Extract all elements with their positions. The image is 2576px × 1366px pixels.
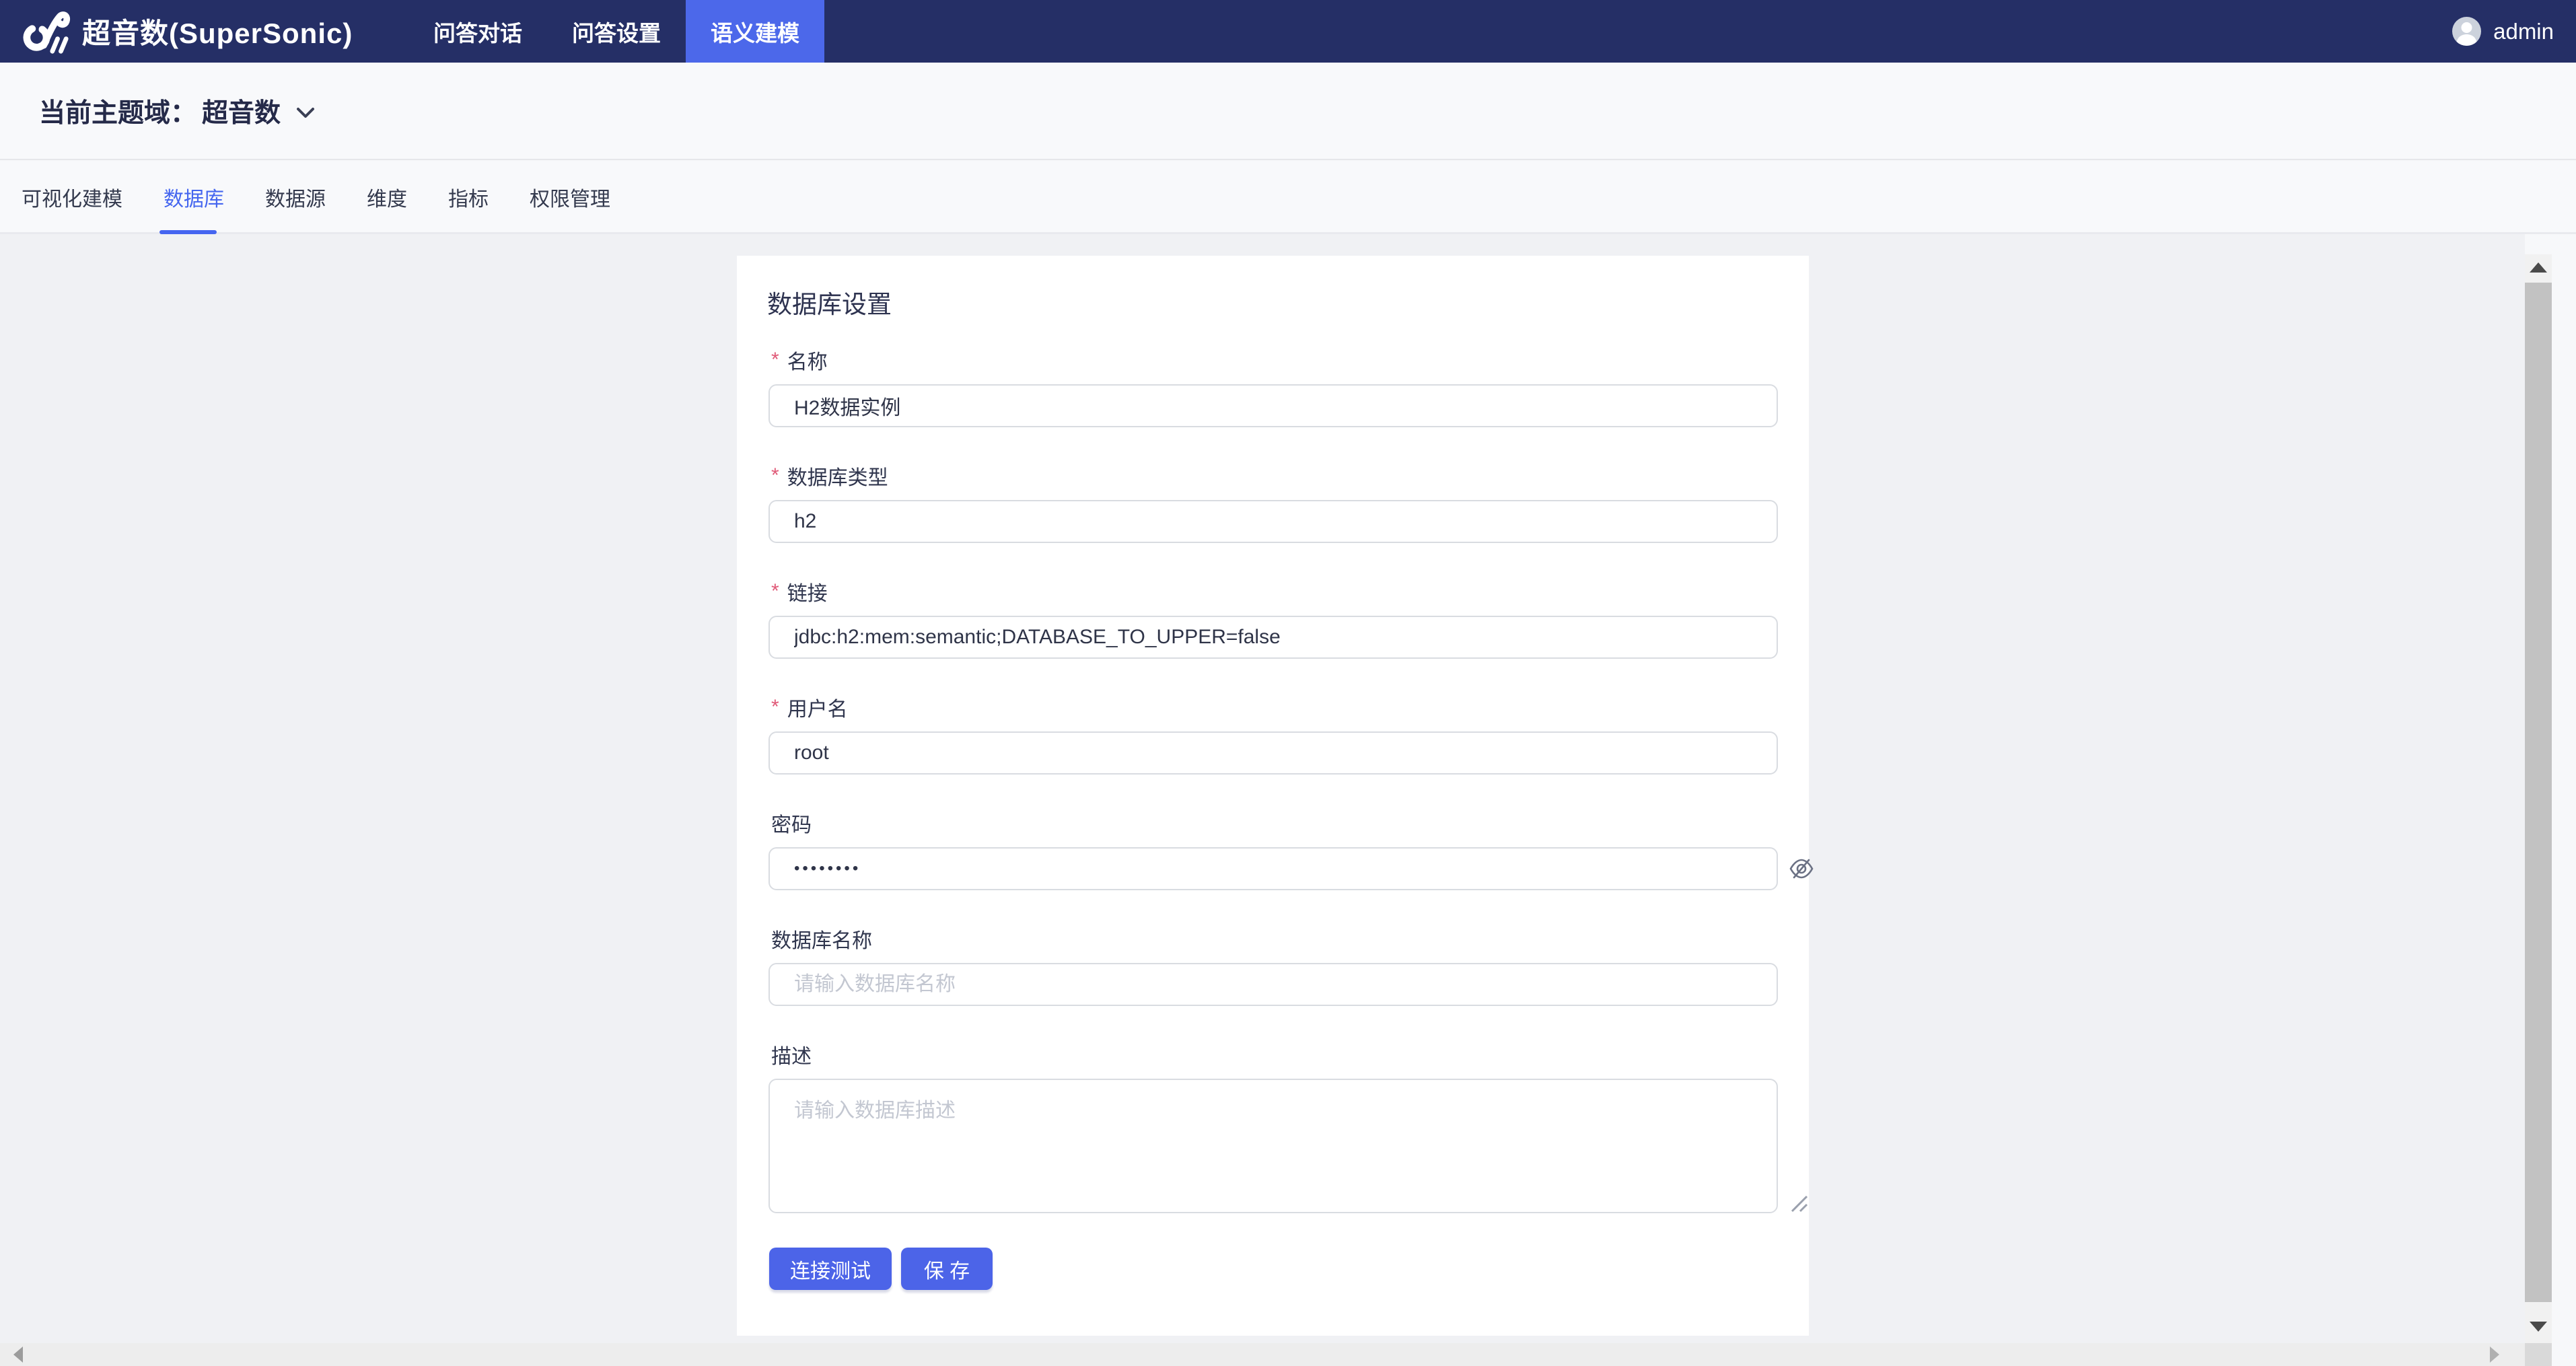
eye-invisible-icon[interactable]	[1788, 855, 1815, 882]
user-menu[interactable]: admin	[2452, 0, 2554, 63]
test-connection-button[interactable]: 连接测试	[769, 1248, 892, 1290]
username-label: admin	[2493, 18, 2554, 44]
username-field-label: * 用户名	[771, 696, 848, 721]
tab-dimension[interactable]: 维度	[367, 182, 407, 212]
db-type-label: * 数据库类型	[771, 464, 888, 489]
domain-subheader: 当前主题域： 超音数	[0, 63, 2576, 160]
scroll-up-arrow-icon[interactable]	[2530, 262, 2547, 273]
current-domain-value: 超音数	[202, 98, 281, 128]
jdbc-link-input[interactable]	[768, 616, 1778, 659]
scroll-down-arrow-icon[interactable]	[2530, 1322, 2547, 1332]
tab-visual-modeling[interactable]: 可视化建模	[22, 182, 122, 212]
current-domain-selector[interactable]: 当前主题域： 超音数	[39, 92, 316, 130]
model-tabs-bar: 可视化建模 数据库 数据源 维度 指标 权限管理	[0, 161, 2576, 234]
current-domain-prefix: 当前主题域：	[39, 98, 197, 128]
user-icon	[2456, 22, 2478, 46]
form-title: 数据库设置	[767, 291, 892, 318]
db-type-select[interactable]: h2	[768, 500, 1778, 772]
db-username-input[interactable]	[768, 731, 1778, 775]
password-label: 密码	[771, 814, 812, 836]
description-label: 描述	[771, 1046, 812, 1068]
password-input[interactable]	[768, 847, 1778, 890]
scrollbar-corner	[2525, 1343, 2552, 1366]
tab-metric[interactable]: 指标	[448, 182, 489, 212]
nav-item-qa-chat[interactable]: 问答对话	[408, 0, 547, 63]
scroll-left-arrow-icon[interactable]	[13, 1346, 23, 1363]
required-mark: *	[771, 349, 779, 371]
link-label: * 链接	[771, 580, 828, 605]
avatar	[2452, 17, 2482, 46]
name-label: * 名称	[771, 349, 828, 373]
horizontal-scrollbar[interactable]	[0, 1343, 2525, 1366]
db-name-label: 数据库名称	[771, 930, 872, 952]
supersonic-logo-icon	[23, 11, 71, 54]
db-type-selected-value: h2	[794, 510, 817, 532]
vertical-scrollbar[interactable]	[2525, 254, 2552, 1343]
chevron-down-icon	[297, 107, 315, 118]
brand[interactable]: 超音数(SuperSonic)	[19, 0, 353, 63]
tab-database[interactable]: 数据库	[164, 182, 224, 212]
model-tabs: 可视化建模 数据库 数据源 维度 指标 权限管理	[22, 161, 610, 232]
top-navbar: 超音数(SuperSonic) 问答对话 问答设置 语义建模 admin	[0, 0, 2576, 63]
scroll-right-arrow-icon[interactable]	[2490, 1346, 2499, 1363]
tab-permission[interactable]: 权限管理	[530, 182, 610, 212]
app-screen: 超音数(SuperSonic) 问答对话 问答设置 语义建模 admin 当前主…	[0, 0, 2576, 1366]
nav-item-qa-settings[interactable]: 问答设置	[547, 0, 686, 63]
brand-title: 超音数(SuperSonic)	[82, 17, 353, 49]
required-mark: *	[771, 580, 779, 602]
save-button[interactable]: 保 存	[901, 1248, 993, 1290]
db-name-input[interactable]	[768, 963, 1778, 1006]
nav-item-semantic-modeling[interactable]: 语义建模	[686, 0, 824, 63]
tab-datasource[interactable]: 数据源	[265, 182, 326, 212]
vertical-scrollbar-thumb[interactable]	[2525, 283, 2552, 1302]
nav-menu: 问答对话 问答设置 语义建模	[408, 0, 824, 63]
database-settings-card: 数据库设置 * 名称 * 数据库类型 h2 * 链接 * 用户名	[737, 256, 1814, 1336]
required-mark: *	[771, 696, 779, 718]
description-textarea[interactable]	[768, 1079, 1778, 1213]
textarea-resize-handle[interactable]	[1787, 1191, 1810, 1214]
name-input[interactable]	[768, 384, 1778, 427]
required-mark: *	[771, 464, 779, 487]
